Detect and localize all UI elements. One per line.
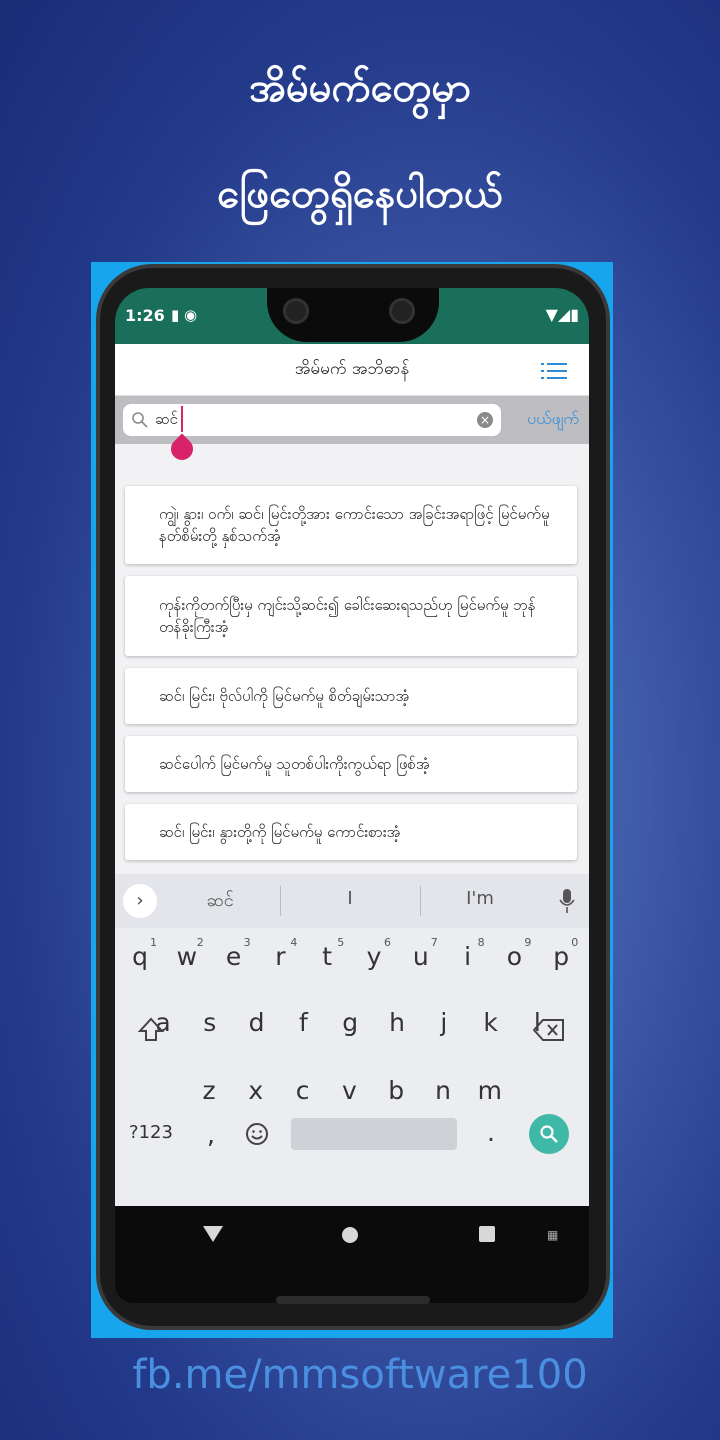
key-b[interactable]: b (374, 1076, 418, 1105)
key-hint: 5 (337, 936, 345, 949)
chevron-right-icon[interactable]: › (123, 884, 157, 918)
divider (420, 886, 421, 916)
search-icon (540, 1125, 558, 1143)
headline-line-1: အိမ်မက်တွေမှာ (249, 65, 471, 111)
status-time: 1:26 (125, 306, 165, 325)
app-bar: အိမ်မက် အဘိဓာန် (115, 344, 589, 396)
mic-icon[interactable] (559, 888, 575, 914)
key-c[interactable]: c (281, 1076, 325, 1105)
spacebar[interactable] (291, 1118, 457, 1150)
text-cursor (181, 406, 183, 432)
suggestion-item[interactable]: I'm (445, 888, 515, 909)
signal-battery-icon: ▼◢▮ (545, 305, 579, 324)
camera-icon (389, 298, 415, 324)
phone-screen: 1:26 ▮ ◉ ▼◢▮ အိမ်မက် အဘိဓာန် ဆင် × ပယ်ဖျ… (115, 288, 589, 1303)
notification-icons: ▮ ◉ (171, 306, 198, 324)
key-hint: 6 (384, 936, 391, 949)
search-key[interactable] (529, 1114, 569, 1154)
key-hint: 8 (477, 936, 485, 949)
speaker-grille (276, 1296, 430, 1304)
key-hint: 3 (243, 936, 251, 949)
key-h[interactable]: h (375, 1008, 419, 1037)
symbols-key[interactable]: ?123 (121, 1122, 181, 1143)
key-hint: 7 (430, 936, 438, 949)
search-value: ဆင် (155, 410, 178, 428)
suggestion-item[interactable]: I (315, 888, 385, 909)
key-x[interactable]: x (234, 1076, 278, 1105)
list-item[interactable]: ဆင်၊ မြင်း၊ နွားတို့ကို မြင်မက်မူ ကောင်း… (125, 804, 577, 860)
backspace-icon[interactable] (533, 1018, 565, 1042)
back-icon[interactable] (203, 1226, 223, 1242)
hamburger-list-icon[interactable] (541, 362, 567, 380)
nav-bar: ▦ (115, 1206, 589, 1266)
list-item[interactable]: ဆင်၊ မြင်း၊ ဗိုလ်ပါကို မြင်မက်မူ စိတ်ချမ… (125, 668, 577, 724)
comma-key[interactable]: , (189, 1120, 233, 1149)
key-j[interactable]: j (422, 1008, 466, 1037)
suggestion-strip: › ဆင် I I'm (115, 874, 589, 928)
key-z[interactable]: z (187, 1076, 231, 1105)
page-title: အိမ်မက် အဘိဓာန် (294, 359, 410, 379)
key-hint: 4 (290, 936, 298, 949)
search-icon (132, 412, 148, 428)
list-item[interactable]: ကုန်းကိုတက်ပြီးမှ ကျင်းသို့ဆင်း၍ ခေါင်းဆ… (125, 576, 577, 656)
recents-icon[interactable] (479, 1226, 495, 1242)
divider (280, 886, 281, 916)
key-m[interactable]: m (468, 1076, 512, 1105)
key-f[interactable]: f (281, 1008, 325, 1037)
key-hint: 9 (524, 936, 532, 949)
key-hint: 1 (150, 936, 157, 949)
app-content: အိမ်မက် အဘိဓာန် ဆင် × ပယ်ဖျက် ကျွဲ၊ နွား… (115, 344, 589, 874)
home-icon[interactable] (342, 1227, 358, 1243)
suggestion-item[interactable]: ဆင် (185, 888, 255, 915)
keyboard: › ဆင် I I'm q1w2e3r4t5y6u7i8o9p0 asdfghj… (115, 874, 589, 1206)
key-v[interactable]: v (327, 1076, 371, 1105)
cancel-button[interactable]: ပယ်ဖျက် (527, 408, 579, 432)
list-item[interactable]: ဆင်ပေါက် မြင်မက်မူ သူတစ်ပါးကိုးကွယ်ရာ ဖြ… (125, 736, 577, 792)
key-k[interactable]: k (469, 1008, 513, 1037)
footer-link[interactable]: fb.me/mmsoftware100 (0, 1352, 720, 1398)
key-n[interactable]: n (421, 1076, 465, 1105)
camera-notch (267, 288, 439, 342)
key-hint: 2 (196, 936, 204, 949)
clear-icon[interactable]: × (477, 412, 493, 428)
period-key[interactable]: . (469, 1118, 513, 1147)
list-item[interactable]: ကျွဲ၊ နွား၊ ဝက်၊ ဆင်၊ မြင်းတို့အား ကောင်… (125, 486, 577, 564)
keyboard-switch-icon[interactable]: ▦ (547, 1228, 559, 1242)
headline-line-2: ဖြေတွေရှိနေပါတယ် (217, 171, 503, 217)
key-hint: 0 (571, 936, 579, 949)
camera-icon (283, 298, 309, 324)
shift-icon[interactable] (137, 1016, 165, 1044)
key-s[interactable]: s (188, 1008, 232, 1037)
key-g[interactable]: g (328, 1008, 372, 1037)
key-d[interactable]: d (235, 1008, 279, 1037)
search-input[interactable]: ဆင် × (123, 404, 501, 436)
emoji-icon[interactable] (245, 1122, 269, 1146)
